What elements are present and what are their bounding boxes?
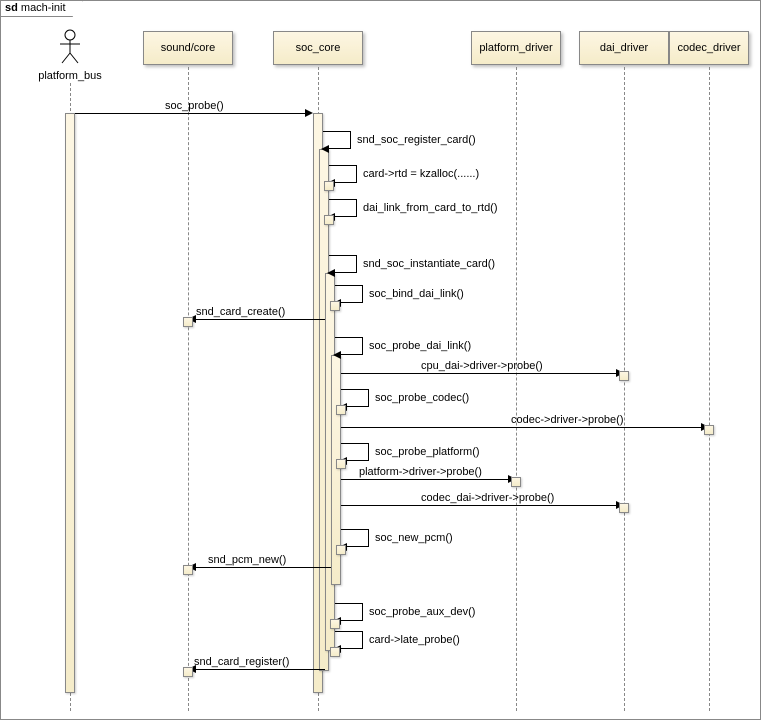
- message-cpu-dai-probe: cpu_dai->driver->probe(): [341, 361, 624, 375]
- message-label: snd_soc_register_card(): [357, 134, 476, 146]
- lifeline-dash: [624, 67, 625, 711]
- message-label: card->late_probe(): [369, 634, 460, 646]
- message-label: soc_new_pcm(): [375, 532, 453, 544]
- arrow-right-icon: [305, 109, 313, 117]
- message-label: soc_bind_dai_link(): [369, 288, 464, 300]
- activation-endbox: [183, 317, 193, 327]
- arrow-left-icon: [327, 269, 335, 277]
- frame-kind: sd: [5, 2, 18, 14]
- activation-endbox: [619, 371, 629, 381]
- message-snd-card-create: snd_card_create(): [188, 307, 325, 321]
- activation-endbox: [324, 181, 334, 191]
- lifeline-label: platform_driver: [479, 42, 552, 54]
- activation-endbox: [511, 477, 521, 487]
- message-label: snd_soc_instantiate_card(): [363, 258, 495, 270]
- lifeline-sound-core: sound/core: [143, 31, 233, 65]
- message-label: snd_pcm_new(): [208, 554, 286, 566]
- actor-icon: [55, 29, 85, 65]
- message-label: soc_probe_dai_link(): [369, 340, 471, 352]
- message-label: soc_probe(): [165, 100, 224, 112]
- lifeline-label: soc_core: [296, 42, 341, 54]
- lifeline-label: codec_driver: [678, 42, 741, 54]
- activation-endbox: [330, 301, 340, 311]
- activation-endbox: [324, 215, 334, 225]
- lifeline-platform-driver: platform_driver: [471, 31, 561, 65]
- activation-endbox: [183, 667, 193, 677]
- sequence-diagram-frame: sd mach-init platform_bus sound/core soc…: [0, 0, 761, 720]
- frame-name: mach-init: [21, 2, 66, 14]
- activation-endbox: [704, 425, 714, 435]
- message-label: soc_probe_codec(): [375, 392, 469, 404]
- message-label: codec->driver->probe(): [511, 414, 624, 426]
- message-label: snd_card_register(): [194, 656, 289, 668]
- message-line: [341, 505, 616, 506]
- activation-endbox: [330, 647, 340, 657]
- arrow-left-icon: [333, 351, 341, 359]
- message-label: platform->driver->probe(): [359, 466, 482, 478]
- message-label: snd_card_create(): [196, 306, 285, 318]
- activation-endbox: [330, 619, 340, 629]
- message-platform-driver-probe: platform->driver->probe(): [341, 467, 516, 481]
- frame-title-tab: sd mach-init: [1, 1, 83, 17]
- message-line: [194, 567, 331, 568]
- activation-endbox: [336, 405, 346, 415]
- activation-endbox: [619, 503, 629, 513]
- lifeline-codec-driver: codec_driver: [669, 31, 749, 65]
- lifeline-dash: [188, 67, 189, 711]
- activation-endbox: [183, 565, 193, 575]
- message-label: dai_link_from_card_to_rtd(): [363, 202, 498, 214]
- message-line: [341, 479, 508, 480]
- message-snd-pcm-new: snd_pcm_new(): [188, 555, 331, 569]
- message-label: cpu_dai->driver->probe(): [421, 360, 543, 372]
- message-codec-dai-probe: codec_dai->driver->probe(): [341, 493, 624, 507]
- message-soc-probe: soc_probe(): [75, 101, 313, 115]
- arrow-left-icon: [321, 145, 329, 153]
- message-label: soc_probe_aux_dev(): [369, 606, 475, 618]
- message-line: [194, 319, 325, 320]
- actor-label: platform_bus: [25, 70, 115, 82]
- message-label: codec_dai->driver->probe(): [421, 492, 554, 504]
- message-label: soc_probe_platform(): [375, 446, 480, 458]
- message-label: card->rtd = kzalloc(......): [363, 168, 479, 180]
- activation-endbox: [336, 545, 346, 555]
- lifeline-label: dai_driver: [600, 42, 648, 54]
- activation-bar: [65, 113, 75, 693]
- lifeline-dash: [516, 67, 517, 711]
- actor-platform-bus: platform_bus: [25, 29, 115, 82]
- lifeline-soc-core: soc_core: [273, 31, 363, 65]
- message-line: [341, 373, 616, 374]
- message-line: [341, 427, 701, 428]
- lifeline-label: sound/core: [161, 42, 215, 54]
- lifeline-dash: [709, 67, 710, 711]
- lifeline-dai-driver: dai_driver: [579, 31, 669, 65]
- message-line: [194, 669, 325, 670]
- message-snd-card-register: snd_card_register(): [188, 657, 325, 671]
- message-codec-driver-probe: codec->driver->probe(): [341, 415, 709, 429]
- message-line: [75, 113, 305, 114]
